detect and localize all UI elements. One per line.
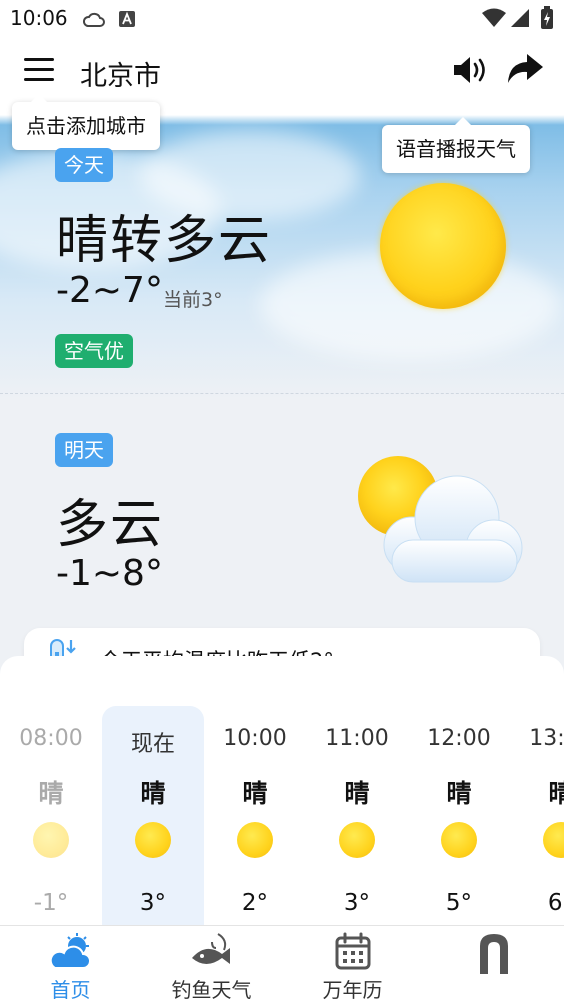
battery-icon [541, 6, 553, 29]
sun-icon [441, 822, 477, 858]
nav-label: 钓鱼天气 [171, 978, 252, 1002]
arch-icon [479, 934, 508, 974]
nav-home[interactable]: 首页 [0, 926, 141, 1004]
hour-item[interactable]: 08:00 晴 -1° [0, 706, 102, 928]
sun-icon [237, 822, 273, 858]
nav-calendar[interactable]: 万年历 [282, 926, 423, 1004]
sun-icon [135, 822, 171, 858]
hour-time: 08:00 [19, 726, 83, 751]
status-bar: 10:06 [0, 0, 564, 40]
signal-icon [511, 9, 529, 27]
tomorrow-condition: 多云 [56, 495, 165, 555]
voice-tooltip-text: 语音播报天气 [396, 137, 516, 161]
add-city-tooltip[interactable]: 点击添加城市 [12, 94, 160, 150]
add-city-tooltip-text: 点击添加城市 [26, 114, 146, 138]
hour-time: 13:00 [529, 726, 564, 751]
hour-temp: 6° [547, 890, 564, 916]
sun-icon [339, 822, 375, 858]
hour-item-clip: 13:00 晴 6° [510, 706, 564, 928]
hour-condition: 晴 [446, 779, 472, 808]
hour-condition: 晴 [548, 779, 564, 808]
sun-icon [33, 822, 69, 858]
hour-item[interactable]: 10:00 晴 2° [204, 706, 306, 928]
menu-button[interactable] [22, 56, 56, 84]
hour-temp: 2° [241, 890, 269, 916]
divider [0, 393, 564, 394]
nav-fishing[interactable]: 钓鱼天气 [141, 926, 282, 1004]
current-temp: 当前3° [163, 289, 223, 311]
hour-time: 12:00 [427, 726, 491, 751]
today-badge: 今天 [55, 148, 113, 182]
hour-condition: 晴 [344, 779, 370, 808]
partly-cloudy-icon [358, 456, 523, 583]
hour-temp: 3° [343, 890, 371, 916]
hour-item[interactable]: 13:00 晴 6° [510, 706, 564, 928]
status-time: 10:06 [10, 6, 68, 30]
hour-temp: -1° [33, 890, 69, 916]
hour-time: 11:00 [325, 726, 389, 751]
cloud-status-icon [82, 12, 105, 27]
hour-condition: 晴 [38, 779, 64, 808]
air-quality-badge[interactable]: 空气优 [55, 334, 133, 368]
voice-tooltip[interactable]: 语音播报天气 [382, 117, 530, 173]
hour-item[interactable]: 12:00 晴 5° [408, 706, 510, 928]
calendar-icon [335, 932, 370, 970]
home-weather-icon [49, 933, 91, 969]
nav-arch[interactable] [423, 926, 564, 1004]
hour-time: 10:00 [223, 726, 287, 751]
city-title[interactable]: 北京市 [80, 54, 161, 93]
hour-condition: 晴 [242, 779, 268, 808]
sun-icon [380, 183, 506, 309]
fish-icon [191, 933, 230, 964]
sun-icon [543, 822, 564, 858]
nav-label: 万年历 [322, 978, 383, 1002]
share-icon[interactable] [505, 52, 545, 86]
nav-label: 首页 [50, 978, 91, 1002]
a-badge-icon [119, 11, 135, 27]
speaker-icon[interactable] [451, 54, 489, 86]
hour-temp: 3° [139, 890, 167, 916]
today-condition: 晴转多云 [56, 211, 273, 271]
wifi-icon [482, 8, 506, 27]
tomorrow-temp-range: -1~8° [56, 553, 163, 594]
hour-item[interactable]: 11:00 晴 3° [306, 706, 408, 928]
bottom-nav: 首页 钓鱼天气 万年历 [0, 925, 564, 1004]
hour-item-now[interactable]: 现在 晴 3° [102, 706, 204, 928]
hour-temp: 5° [445, 890, 473, 916]
tomorrow-badge: 明天 [55, 433, 113, 467]
hour-condition: 晴 [140, 779, 166, 808]
today-temp-range: -2~7° [56, 270, 163, 311]
hour-time: 现在 [130, 732, 175, 757]
